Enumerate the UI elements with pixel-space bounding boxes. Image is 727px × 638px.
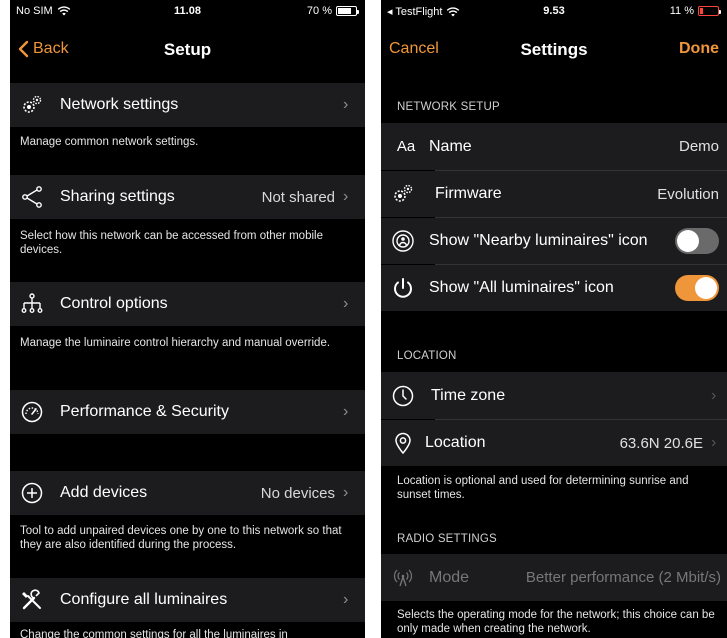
row-value: Not shared	[261, 188, 335, 206]
nearby-luminaires-toggle-row: Show "Nearby luminaires" icon	[381, 218, 727, 264]
setup-screen: No SIM 11.08 70 % Back Setup Network set…	[10, 0, 365, 638]
battery-percent: 70 %	[306, 5, 332, 17]
page-title: Setup	[163, 40, 212, 59]
row-label: Show "All luminaires" icon	[429, 279, 614, 296]
all-luminaires-toggle-row: Show "All luminaires" icon	[381, 265, 727, 311]
radio-mode-row: Mode Better performance (2 Mbit/s)	[381, 554, 727, 601]
name-row[interactable]: Aa Name Demo	[381, 123, 727, 170]
section-header-network: NETWORK SETUP	[397, 101, 500, 113]
tools-icon	[20, 588, 44, 612]
performance-security-row[interactable]: Performance & Security ›	[10, 390, 365, 434]
plus-circle-icon	[20, 481, 44, 505]
location-pin-icon	[391, 431, 415, 455]
chevron-right-icon: ›	[343, 96, 349, 113]
radio-antenna-icon	[391, 566, 415, 590]
row-label: Firmware	[435, 185, 502, 202]
row-description: Select how this network can be accessed …	[20, 230, 323, 256]
hierarchy-icon	[20, 292, 44, 316]
row-value: 63.6N 20.6E	[619, 434, 703, 452]
add-devices-row[interactable]: Add devices No devices ›	[10, 471, 365, 515]
row-description: Manage the luminaire control hierarchy a…	[20, 337, 331, 349]
text-aa-icon: Aa	[396, 138, 416, 155]
chevron-right-icon: ›	[343, 403, 349, 420]
settings-screen: ◂ TestFlight 9.53 11 % Cancel Settings D…	[381, 0, 727, 638]
row-label: Mode	[429, 568, 470, 586]
battery-charging-icon	[698, 6, 721, 16]
clock-icon	[391, 384, 415, 408]
row-value: No devices	[260, 484, 335, 502]
radio-description: Selects the operating mode for the netwo…	[397, 609, 715, 635]
row-label: Location	[425, 434, 486, 451]
all-luminaires-toggle[interactable]	[675, 275, 719, 301]
row-description: Manage common network settings.	[20, 136, 199, 148]
row-label: Network settings	[60, 96, 179, 113]
configure-all-luminaires-row[interactable]: Configure all luminaires ›	[10, 578, 365, 622]
sharing-settings-row[interactable]: Sharing settings Not shared ›	[10, 175, 365, 219]
section-header-radio: RADIO SETTINGS	[397, 533, 497, 545]
row-value: Better performance (2 Mbit/s)	[525, 569, 721, 586]
section-header-location: LOCATION	[397, 350, 457, 362]
chevron-right-icon: ›	[343, 188, 349, 205]
battery-icon	[336, 6, 359, 16]
share-icon	[20, 185, 44, 209]
chevron-right-icon: ›	[343, 484, 349, 501]
nearby-luminaires-toggle[interactable]	[675, 228, 719, 254]
firmware-row[interactable]: Firmware Evolution	[381, 171, 727, 217]
nearby-icon	[391, 229, 415, 253]
row-label: Control options	[60, 295, 168, 312]
status-bar: No SIM 11.08 70 %	[10, 0, 365, 22]
status-bar: ◂ TestFlight 9.53 11 %	[381, 0, 727, 22]
location-row[interactable]: Location 63.6N 20.6E ›	[381, 420, 727, 466]
row-description: Change the common settings for all the l…	[20, 629, 288, 638]
row-label: Configure all luminaires	[60, 591, 228, 608]
row-label: Add devices	[60, 484, 148, 501]
nav-bar: Cancel Settings Done	[381, 22, 727, 72]
row-label: Time zone	[431, 386, 506, 404]
row-label: Sharing settings	[60, 188, 175, 205]
location-description: Location is optional and used for determ…	[397, 475, 689, 501]
power-icon	[391, 276, 415, 300]
chevron-right-icon: ›	[711, 386, 717, 404]
chevron-right-icon: ›	[343, 295, 349, 312]
chevron-right-icon: ›	[343, 591, 349, 608]
nav-bar: Back Setup	[10, 22, 365, 72]
row-label: Show "Nearby luminaires" icon	[429, 232, 648, 249]
row-value: Demo	[678, 138, 719, 155]
row-label: Name	[429, 137, 472, 155]
time-zone-row[interactable]: Time zone ›	[381, 372, 727, 419]
control-options-row[interactable]: Control options ›	[10, 282, 365, 326]
gears-icon	[391, 182, 415, 206]
battery-percent: 11 %	[669, 5, 694, 17]
page-title: Settings	[520, 40, 588, 59]
row-value: Evolution	[657, 185, 719, 203]
row-description: Tool to add unpaired devices one by one …	[20, 525, 342, 551]
chevron-right-icon: ›	[711, 434, 717, 451]
gauge-icon	[20, 400, 44, 424]
network-settings-row[interactable]: Network settings ›	[10, 83, 365, 127]
row-label: Performance & Security	[60, 403, 229, 420]
done-button[interactable]: Done	[679, 40, 719, 58]
gears-icon	[20, 93, 44, 117]
